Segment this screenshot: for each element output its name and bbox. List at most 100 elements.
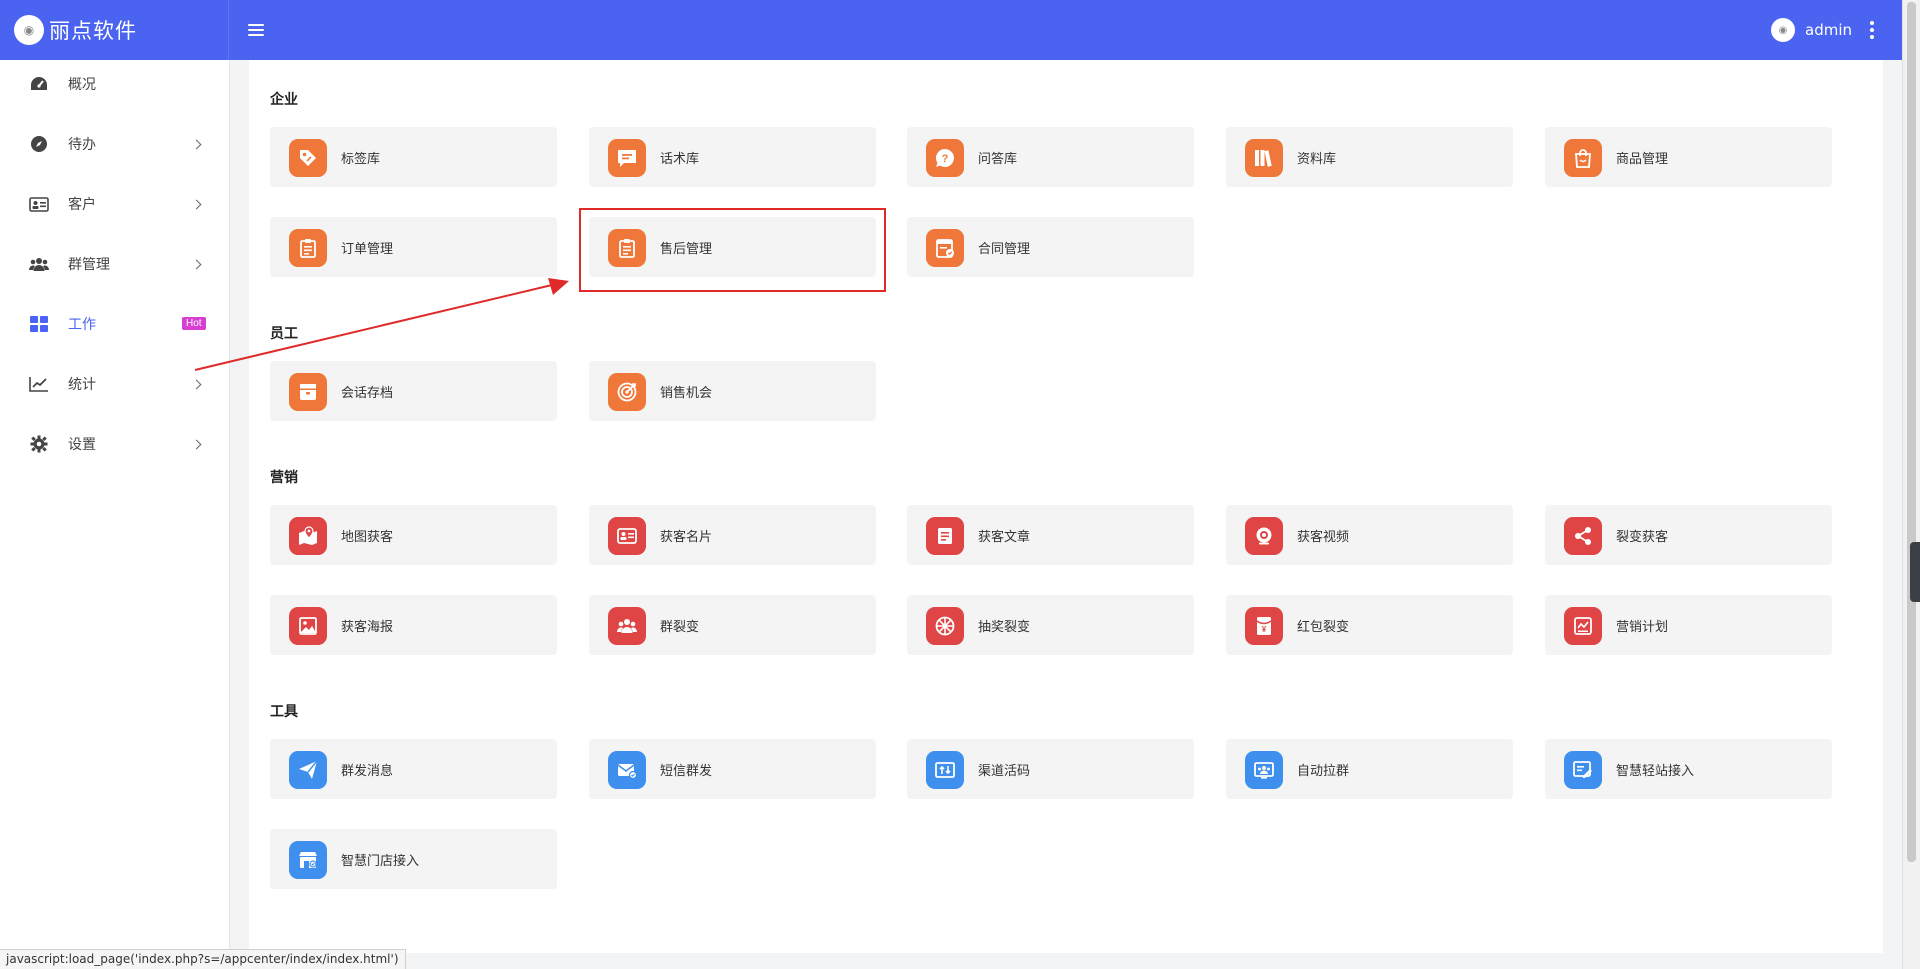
card-label: 售后管理 (660, 241, 713, 257)
app-card-sms-broadcast[interactable]: 短信群发 (589, 739, 876, 799)
sidebar-item-label: 概况 (68, 77, 96, 93)
clipboard-icon (289, 229, 327, 267)
paper-plane-icon (289, 751, 327, 789)
brand[interactable]: ◉ 丽点软件 (0, 0, 229, 60)
app-card-qa-library[interactable]: ? 问答库 (907, 127, 1194, 187)
contract-icon (926, 229, 964, 267)
document-icon (926, 517, 964, 555)
swap-icon (926, 751, 964, 789)
app-card-article[interactable]: 获客文章 (907, 505, 1194, 565)
app-card-group-fission[interactable]: 群裂变 (589, 595, 876, 655)
top-header: ◉ 丽点软件 ◉ admin (0, 0, 1902, 60)
users-icon (608, 607, 646, 645)
app-card-channel-qr[interactable]: 渠道活码 (907, 739, 1194, 799)
chart-line-icon (29, 374, 49, 394)
id-card-icon (29, 194, 49, 214)
app-card-marketing-plan[interactable]: 营销计划 (1545, 595, 1832, 655)
compass-icon (29, 134, 49, 154)
app-card-tag-library[interactable]: 标签库 (270, 127, 557, 187)
card-label: 渠道活码 (978, 763, 1031, 779)
chat-message-icon (608, 139, 646, 177)
store-icon (289, 841, 327, 879)
card-label: 地图获客 (341, 529, 394, 545)
mail-icon (608, 751, 646, 789)
chevron-right-icon (191, 139, 202, 149)
image-icon (289, 607, 327, 645)
app-card-script-library[interactable]: 话术库 (589, 127, 876, 187)
card-label: 销售机会 (660, 385, 713, 401)
card-label: 问答库 (978, 151, 1018, 167)
card-label: 裂变获客 (1616, 529, 1669, 545)
app-card-poster[interactable]: 获客海报 (270, 595, 557, 655)
sidebar: 概况 待办 客户 群管理 工作 Hot 统计 设置 (0, 60, 230, 969)
browser-status-bar: javascript:load_page('index.php?s=/appce… (0, 949, 406, 969)
sidebar-item-overview[interactable]: 概况 (0, 60, 230, 108)
sidebar-item-label: 设置 (68, 437, 96, 453)
app-card-map-acquisition[interactable]: 地图获客 (270, 505, 557, 565)
card-label: 资料库 (1297, 151, 1337, 167)
avatar[interactable]: ◉ (1771, 18, 1795, 42)
app-card-materials-library[interactable]: 资料库 (1226, 127, 1513, 187)
app-card-broadcast-message[interactable]: 群发消息 (270, 739, 557, 799)
card-label: 智慧轻站接入 (1616, 763, 1695, 779)
app-card-lottery-fission[interactable]: 抽奖裂变 (907, 595, 1194, 655)
svg-text:?: ? (942, 153, 949, 165)
app-card-business-card[interactable]: 获客名片 (589, 505, 876, 565)
sidebar-item-customers[interactable]: 客户 (0, 180, 230, 228)
hamburger-menu-icon[interactable] (248, 24, 264, 36)
card-label: 营销计划 (1616, 619, 1669, 635)
app-card-order-management[interactable]: 订单管理 (270, 217, 557, 277)
card-label: 订单管理 (341, 241, 394, 257)
app-card-auto-group[interactable]: 自动拉群 (1226, 739, 1513, 799)
card-label: 群裂变 (660, 619, 700, 635)
group-screen-icon (1245, 751, 1283, 789)
card-label: 会话存档 (341, 385, 394, 401)
app-card-smart-site[interactable]: 智慧轻站接入 (1545, 739, 1832, 799)
site-edit-icon (1564, 751, 1602, 789)
app-card-fission-acquisition[interactable]: 裂变获客 (1545, 505, 1832, 565)
app-card-sales-opportunity[interactable]: 销售机会 (589, 361, 876, 421)
sidebar-item-label: 待办 (68, 137, 96, 153)
username[interactable]: admin (1805, 21, 1852, 39)
card-label: 获客视频 (1297, 529, 1350, 545)
tag-icon (289, 139, 327, 177)
vertical-scrollbar[interactable] (1902, 0, 1920, 969)
card-label: 话术库 (660, 151, 700, 167)
map-pin-icon (289, 517, 327, 555)
card-label: 获客文章 (978, 529, 1031, 545)
sidebar-item-todo[interactable]: 待办 (0, 120, 230, 168)
side-handle[interactable] (1910, 542, 1920, 602)
sidebar-item-groups[interactable]: 群管理 (0, 240, 230, 288)
card-label: 获客名片 (660, 529, 713, 545)
sidebar-item-label: 群管理 (68, 257, 110, 273)
card-label: 获客海报 (341, 619, 394, 635)
brand-name: 丽点软件 (49, 19, 137, 43)
card-label: 群发消息 (341, 763, 394, 779)
sidebar-item-work[interactable]: 工作 Hot (0, 300, 230, 348)
card-label: 短信群发 (660, 763, 713, 779)
svg-text:¥: ¥ (1262, 625, 1267, 634)
app-card-after-sales-management[interactable]: 售后管理 (589, 217, 876, 277)
scrollbar-thumb[interactable] (1907, 2, 1916, 862)
app-card-video[interactable]: 获客视频 (1226, 505, 1513, 565)
more-vertical-icon[interactable] (1870, 21, 1874, 39)
app-card-smart-store[interactable]: 智慧门店接入 (270, 829, 557, 889)
archive-box-icon (289, 373, 327, 411)
app-card-contract-management[interactable]: 合同管理 (907, 217, 1194, 277)
sidebar-item-settings[interactable]: 设置 (0, 420, 230, 468)
app-card-chat-archive[interactable]: 会话存档 (270, 361, 557, 421)
sidebar-item-label: 工作 (68, 317, 96, 333)
app-card-red-packet-fission[interactable]: ¥ 红包裂变 (1226, 595, 1513, 655)
section-title-enterprise: 企业 (270, 92, 298, 108)
sidebar-item-statistics[interactable]: 统计 (0, 360, 230, 408)
app-card-product-management[interactable]: 商品管理 (1545, 127, 1832, 187)
card-label: 抽奖裂变 (978, 619, 1031, 635)
plan-chart-icon (1564, 607, 1602, 645)
section-title-tools: 工具 (270, 704, 298, 720)
gear-icon (29, 434, 49, 454)
card-label: 合同管理 (978, 241, 1031, 257)
section-title-marketing: 营销 (270, 470, 298, 486)
logo-icon: ◉ (14, 15, 44, 45)
hot-badge: Hot (182, 317, 206, 330)
share-icon (1564, 517, 1602, 555)
